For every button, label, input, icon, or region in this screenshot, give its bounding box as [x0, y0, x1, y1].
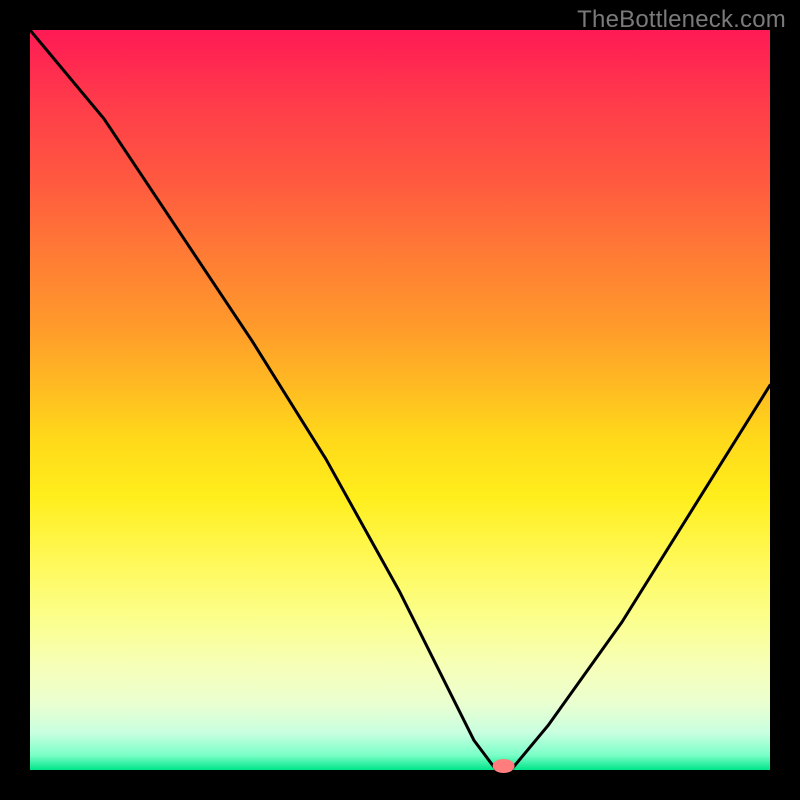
- chart-container: TheBottleneck.com: [0, 0, 800, 800]
- plot-area: [30, 30, 770, 770]
- chart-svg: [30, 30, 770, 770]
- optimal-point-marker: [493, 759, 515, 773]
- bottleneck-curve: [30, 30, 770, 770]
